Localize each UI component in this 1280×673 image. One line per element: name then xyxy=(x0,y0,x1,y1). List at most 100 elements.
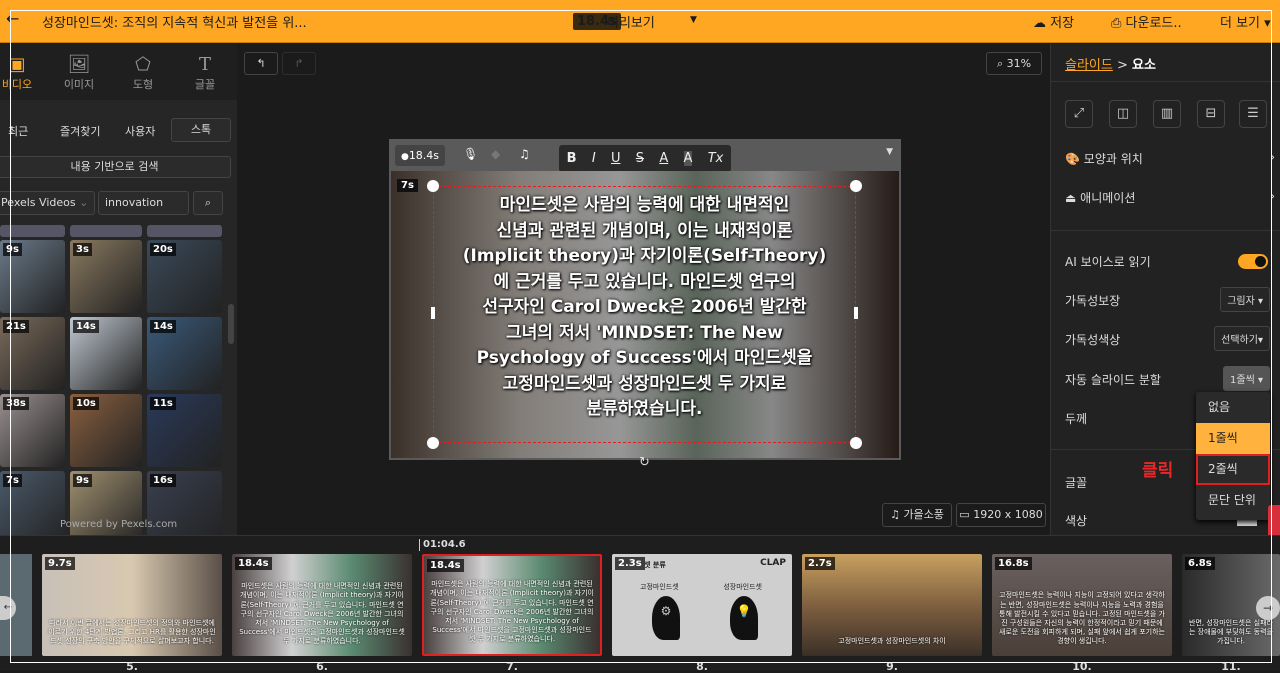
stock-video-thumb[interactable]: 38s xyxy=(0,394,65,467)
slide-duration: 2.3s xyxy=(615,557,645,570)
stock-video-thumb[interactable]: 14s xyxy=(70,317,142,390)
clear-format-button[interactable]: Tx xyxy=(708,151,724,166)
font-color-button[interactable]: A xyxy=(659,151,668,166)
redo-button[interactable]: ↱ xyxy=(282,52,316,75)
voice-duration[interactable]: ●18.4s xyxy=(395,145,445,166)
stock-video-thumb[interactable]: 16s xyxy=(147,471,222,544)
fullscreen-icon[interactable]: ⤢ xyxy=(1065,100,1093,128)
text-box[interactable]: 마인드셋은 사람의 능력에 대한 내면적인 신념과 관련된 개념이며, 이는 내재… xyxy=(433,186,856,443)
timeline-slide[interactable]: 9.7s 따라서 이번 글에서는 성장마인드셋의 정의와 마인드셋에 이르기 위한… xyxy=(42,554,222,656)
source-select[interactable]: Pexels Videos ⌄ xyxy=(0,191,95,215)
caption-line: 마인드셋은 사람의 능력에 대한 내면적인 xyxy=(499,195,790,215)
stock-video-thumb[interactable]: 9s xyxy=(70,471,142,544)
stock-video-thumb[interactable]: 11s xyxy=(147,394,222,467)
split-three-columns-icon[interactable]: ▥ xyxy=(1153,100,1181,128)
music-button[interactable]: ♫ 가을소풍 xyxy=(882,503,952,527)
stock-video-thumb[interactable]: 14s xyxy=(147,317,222,390)
playhead-time[interactable]: 01:04.6 xyxy=(419,539,466,551)
slide-caption[interactable]: 마인드셋은 사람의 능력에 대한 내면적인 신념과 관련된 개념이며, 이는 내재… xyxy=(434,193,855,423)
readability-label: 가독성보장 xyxy=(1065,294,1121,308)
italic-button[interactable]: I xyxy=(592,151,596,166)
split-three-rows-icon[interactable]: ☰ xyxy=(1239,100,1267,128)
option-two-lines[interactable]: 2줄씩 xyxy=(1196,454,1270,485)
stock-video-thumb[interactable]: 21s xyxy=(0,317,65,390)
microphone-icon[interactable]: 🎙 xyxy=(463,147,478,161)
timeline-slide[interactable]: 2.3s 셋 분류 CLAP 고정마인드셋 성장마인드셋 ⚙ 💡 xyxy=(612,554,792,656)
subtab-user[interactable]: 사용자 xyxy=(125,123,155,139)
stock-video-thumb[interactable]: 10s xyxy=(70,394,142,467)
breadcrumb-slide[interactable]: 슬라이드 xyxy=(1065,58,1113,73)
preview-button[interactable]: 미리보기 xyxy=(607,12,655,31)
preview-dropdown-icon[interactable]: ▼ xyxy=(690,15,697,25)
timeline-slide[interactable]: 18.4s 마인드셋은 사람의 능력에 대한 내면적인 신념과 관련된 개념이며,… xyxy=(422,554,602,656)
resize-handle[interactable] xyxy=(427,180,439,192)
video-duration: 9s xyxy=(3,243,22,256)
scrollbar[interactable] xyxy=(228,304,234,344)
project-title[interactable]: 성장마인드셋: 조직의 지속적 혁신과 발전을 위... xyxy=(42,12,307,31)
timeline-slide[interactable]: 2.7s 고정마인드셋과 성장마인드셋의 차이 xyxy=(802,554,982,656)
tab-label: 이미지 xyxy=(63,78,95,91)
search-icon[interactable]: ⌕ xyxy=(193,191,223,215)
auto-split-select[interactable]: 1줄씩 ▾ xyxy=(1223,366,1270,391)
undo-button[interactable]: ↰ xyxy=(244,52,278,75)
tab-font[interactable]: T 글꼴 xyxy=(174,44,236,100)
tab-shape[interactable]: ⬠ 도형 xyxy=(112,44,174,100)
split-two-columns-icon[interactable]: ◫ xyxy=(1109,100,1137,128)
slide-caption: 고정마인드셋과 성장마인드셋의 차이 xyxy=(838,636,946,645)
tab-video[interactable]: ▣ 비디오 xyxy=(0,44,48,100)
subtab-stock[interactable]: 스톡 xyxy=(171,118,231,142)
slide-caption: 마인드셋은 사람의 능력에 대한 내면적인 신념과 관련된 개념이며, 이는 내… xyxy=(239,582,405,645)
split-two-rows-icon[interactable]: ⊟ xyxy=(1197,100,1225,128)
video-duration: 7s xyxy=(3,474,22,487)
subtab-favorites[interactable]: 즐겨찾기 xyxy=(60,123,100,139)
diamond-icon[interactable]: ◆ xyxy=(491,147,500,161)
scroll-right-button[interactable]: → xyxy=(1256,596,1280,620)
bold-button[interactable]: B xyxy=(567,151,577,166)
underline-button[interactable]: U xyxy=(611,151,621,166)
option-paragraph[interactable]: 문단 단위 xyxy=(1196,485,1270,516)
back-arrow-icon[interactable]: ← xyxy=(6,9,19,28)
stock-video-thumb[interactable] xyxy=(147,225,222,237)
more-button[interactable]: 더 보기 ▾ xyxy=(1220,12,1271,31)
tab-image[interactable]: 🖼 이미지 xyxy=(48,44,110,100)
resolution-button[interactable]: ▭ 1920 x 1080 xyxy=(956,503,1046,527)
search-input[interactable]: innovation xyxy=(98,191,189,215)
stock-video-thumb[interactable]: 9s xyxy=(0,240,65,313)
caption-line: 분류하였습니다. xyxy=(586,399,703,419)
content-search-button[interactable]: 내용 기반으로 검색 xyxy=(0,156,231,178)
video-duration: 3s xyxy=(73,243,92,256)
strikethrough-button[interactable]: S xyxy=(636,151,644,166)
shape-position-row[interactable]: 🎨 모양과 위치 › xyxy=(1065,150,1275,167)
readability-select[interactable]: 그림자 ▾ xyxy=(1220,287,1270,312)
microphone-small-icon: ● xyxy=(400,152,409,162)
stock-video-thumb[interactable]: 20s xyxy=(147,240,222,313)
caption-line: Psychology of Success'에서 마인드셋을 xyxy=(476,348,813,368)
stock-video-thumb[interactable] xyxy=(0,225,65,237)
option-one-line[interactable]: 1줄씩 xyxy=(1196,423,1270,454)
auto-split-dropdown: 없음 1줄씩 2줄씩 문단 단위 xyxy=(1196,392,1270,520)
highlight-button[interactable]: A xyxy=(683,151,693,166)
option-none[interactable]: 없음 xyxy=(1196,392,1270,423)
readability-value: 그림자 xyxy=(1227,296,1255,307)
rotate-icon[interactable]: ↻ xyxy=(639,455,650,470)
resize-handle[interactable] xyxy=(850,437,862,449)
music-icon[interactable]: ♫ xyxy=(519,147,530,161)
animation-row[interactable]: ⏏ 애니메이션 › xyxy=(1065,189,1275,206)
ai-voice-toggle[interactable] xyxy=(1238,254,1268,269)
zoom-button[interactable]: ⌕ 31% xyxy=(986,52,1042,75)
editor-menu-icon[interactable]: ▼ xyxy=(886,147,893,157)
side-handle[interactable] xyxy=(854,307,858,319)
breadcrumb-element: 요소 xyxy=(1132,58,1156,73)
readability-color-select[interactable]: 선택하기▾ xyxy=(1214,326,1270,351)
download-button[interactable]: ⎙ 다운로드.. xyxy=(1111,12,1182,31)
subtab-recent[interactable]: 최근 xyxy=(8,123,28,139)
resize-handle[interactable] xyxy=(427,437,439,449)
timeline-slide[interactable]: 18.4s 마인드셋은 사람의 능력에 대한 내면적인 신념과 관련된 개념이며,… xyxy=(232,554,412,656)
save-button[interactable]: ☁ 저장 xyxy=(1033,12,1074,31)
stock-video-thumb[interactable]: 7s xyxy=(0,471,65,544)
timeline-slide[interactable]: 16.8s 고정마인드셋은 능력이나 지능이 고정되어 있다고 생각하는 반면, … xyxy=(992,554,1172,656)
stock-video-thumb[interactable]: 3s xyxy=(70,240,142,313)
resize-handle[interactable] xyxy=(850,180,862,192)
stock-video-thumb[interactable] xyxy=(70,225,142,237)
side-handle[interactable] xyxy=(431,307,435,319)
